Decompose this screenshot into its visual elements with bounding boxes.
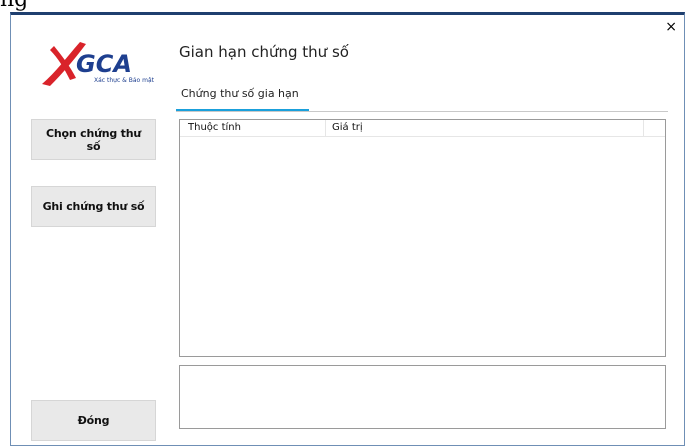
detail-textbox[interactable]: [179, 365, 666, 429]
tab-divider: [176, 111, 668, 112]
logo-tagline: Xác thực & Bảo mật: [94, 77, 155, 84]
write-certificate-button[interactable]: Ghi chứng thư số: [31, 186, 156, 227]
certificate-properties-grid[interactable]: Thuộc tính Giá trị: [179, 119, 666, 357]
close-button[interactable]: Đóng: [31, 400, 156, 441]
close-icon[interactable]: ×: [665, 20, 677, 34]
column-header-value[interactable]: Giá trị: [326, 120, 644, 136]
gca-logo: GCA Xác thực & Bảo mật: [36, 32, 161, 92]
renew-certificate-dialog: × GCA Xác thực & Bảo mật Gian hạn chứng …: [10, 12, 685, 446]
column-header-property[interactable]: Thuộc tính: [180, 120, 326, 136]
grid-header: Thuộc tính Giá trị: [180, 120, 665, 137]
background-window-text: ng: [0, 0, 28, 12]
select-certificate-button[interactable]: Chọn chứng thư số: [31, 119, 156, 160]
tab-renewed-certificate[interactable]: Chứng thư số gia hạn: [181, 87, 303, 105]
column-header-filler: [644, 120, 665, 136]
page-title: Gian hạn chứng thư số: [179, 43, 349, 61]
logo-brand: GCA: [76, 50, 132, 78]
